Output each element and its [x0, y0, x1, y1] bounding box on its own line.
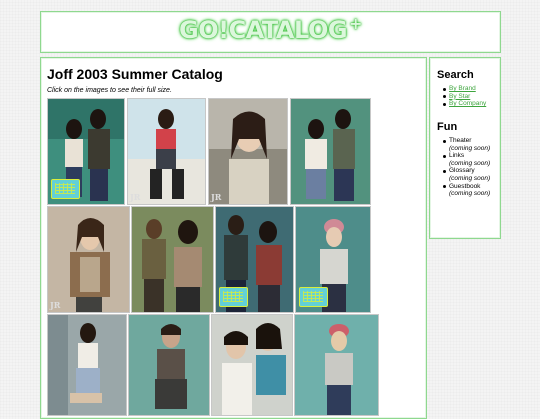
coming-soon-note: (coming soon) [449, 159, 491, 167]
page-title: Joff 2003 Summer Catalog [47, 66, 223, 82]
calendar-badge [299, 287, 328, 307]
catalog-photo-2[interactable]: JR [127, 98, 206, 205]
fun-item-guestbook: Guestbook (coming soon) [443, 182, 499, 198]
catalog-photo-7[interactable] [215, 206, 294, 313]
logo-text: GO!CATALOG [179, 16, 348, 44]
catalog-photo-4[interactable] [290, 98, 371, 205]
search-links: By Brand By Star By Company [443, 85, 499, 108]
site-logo[interactable]: GO!CATALOG + [41, 14, 500, 44]
catalog-photo-9[interactable] [47, 314, 127, 416]
fun-item-links: Links (coming soon) [443, 152, 499, 167]
coming-soon-note: (coming soon) [449, 174, 491, 182]
brand-mark: JR [50, 300, 61, 310]
coming-soon-note: (coming soon) [449, 144, 491, 152]
logo-plus: + [349, 14, 362, 33]
photo-couple-laughing [212, 315, 292, 415]
catalog-photo-1[interactable] [47, 98, 125, 205]
photo-woman-smiling [209, 99, 287, 204]
catalog-photo-10[interactable] [128, 314, 210, 416]
fun-item-label: Guestbook [449, 182, 481, 190]
photo-woman-red-cap [295, 315, 378, 415]
coming-soon-note: (coming soon) [449, 190, 491, 198]
fun-item-label: Links [449, 152, 465, 160]
catalog-photo-5[interactable]: JR [47, 206, 130, 313]
photo-couple-jungle [132, 207, 213, 312]
search-by-company: By Company [443, 100, 499, 108]
calendar-badge [51, 179, 80, 199]
page-hint: Click on the images to see their full si… [47, 87, 172, 94]
catalog-photo-3[interactable]: JR [208, 98, 288, 205]
fun-heading: Fun [437, 121, 458, 133]
photo-woman-red-top [128, 99, 205, 204]
search-by-company-link[interactable]: By Company [449, 100, 486, 107]
brand-mark: JR [130, 192, 141, 202]
fun-list: Theater (coming soon) Links (coming soon) … [443, 137, 499, 198]
catalog-photo-6[interactable] [131, 206, 214, 313]
fun-item-label: Glossary [449, 167, 475, 175]
fun-item-label: Theater [449, 137, 472, 144]
search-heading: Search [437, 69, 474, 81]
search-by-brand-link[interactable]: By Brand [449, 85, 476, 92]
fun-item-theater: Theater (coming soon) [443, 137, 499, 152]
search-by-brand: By Brand [443, 85, 499, 93]
catalog-photo-12[interactable] [294, 314, 379, 416]
search-by-star-link[interactable]: By Star [449, 93, 470, 100]
brand-mark: JR [211, 192, 222, 202]
calendar-badge [219, 287, 248, 307]
fun-item-glossary: Glossary (coming soon) [443, 167, 499, 182]
photo-man-crouching [129, 315, 209, 415]
site-header: GO!CATALOG + [40, 11, 501, 53]
catalog-panel: Joff 2003 Summer Catalog Click on the im… [40, 57, 427, 419]
photo-couple-denim [291, 99, 370, 204]
search-by-star: By Star [443, 93, 499, 101]
photo-woman-seated [48, 315, 126, 415]
sidebar: Search By Brand By Star By Company Fun T… [429, 57, 501, 239]
catalog-photo-8[interactable] [295, 206, 371, 313]
photo-woman-jacket [48, 207, 129, 312]
catalog-photo-11[interactable] [211, 314, 293, 416]
